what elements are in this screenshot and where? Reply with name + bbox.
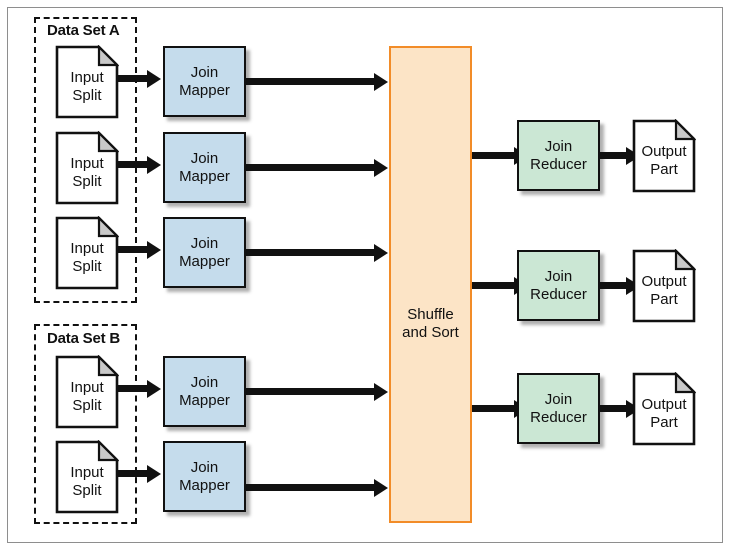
join-mapper-line2: Mapper (179, 81, 230, 99)
join-mapper-box: Join Mapper (163, 46, 246, 117)
group-label-data-set-b: Data Set B (47, 330, 121, 347)
diagram-canvas: Data Set A Data Set B Input Split Input (0, 0, 731, 552)
shuffle-line2: and Sort (402, 324, 459, 341)
join-mapper-line2: Mapper (179, 391, 230, 409)
join-mapper-box: Join Mapper (163, 132, 246, 203)
shuffle-and-sort-box: Shuffle and Sort (389, 46, 472, 523)
join-reducer-box: Join Reducer (517, 250, 600, 321)
join-reducer-box: Join Reducer (517, 120, 600, 191)
join-reducer-line2: Reducer (530, 155, 587, 173)
join-mapper-line1: Join (190, 234, 219, 252)
group-label-data-set-a: Data Set A (47, 22, 120, 39)
shuffle-line1: Shuffle (407, 306, 454, 323)
output-part-document: Output Part (632, 119, 696, 193)
join-mapper-line2: Mapper (179, 167, 230, 185)
join-mapper-line1: Join (190, 458, 219, 476)
join-reducer-line1: Join (544, 267, 573, 285)
shuffle-and-sort-label: Shuffle and Sort (391, 306, 470, 342)
join-mapper-box: Join Mapper (163, 356, 246, 427)
join-reducer-line2: Reducer (530, 408, 587, 426)
input-split-document: Input Split (55, 131, 119, 205)
join-mapper-box: Join Mapper (163, 441, 246, 512)
join-reducer-line1: Join (544, 390, 573, 408)
join-reducer-box: Join Reducer (517, 373, 600, 444)
join-mapper-box: Join Mapper (163, 217, 246, 288)
input-split-document: Input Split (55, 440, 119, 514)
join-mapper-line1: Join (190, 149, 219, 167)
join-mapper-line2: Mapper (179, 476, 230, 494)
join-reducer-line1: Join (544, 137, 573, 155)
join-reducer-line2: Reducer (530, 285, 587, 303)
input-split-document: Input Split (55, 45, 119, 119)
input-split-document: Input Split (55, 355, 119, 429)
output-part-document: Output Part (632, 372, 696, 446)
input-split-document: Input Split (55, 216, 119, 290)
output-part-document: Output Part (632, 249, 696, 323)
diagram-figure: Data Set A Data Set B Input Split Input (0, 0, 731, 552)
join-mapper-line1: Join (190, 63, 219, 81)
join-mapper-line1: Join (190, 373, 219, 391)
join-mapper-line2: Mapper (179, 252, 230, 270)
